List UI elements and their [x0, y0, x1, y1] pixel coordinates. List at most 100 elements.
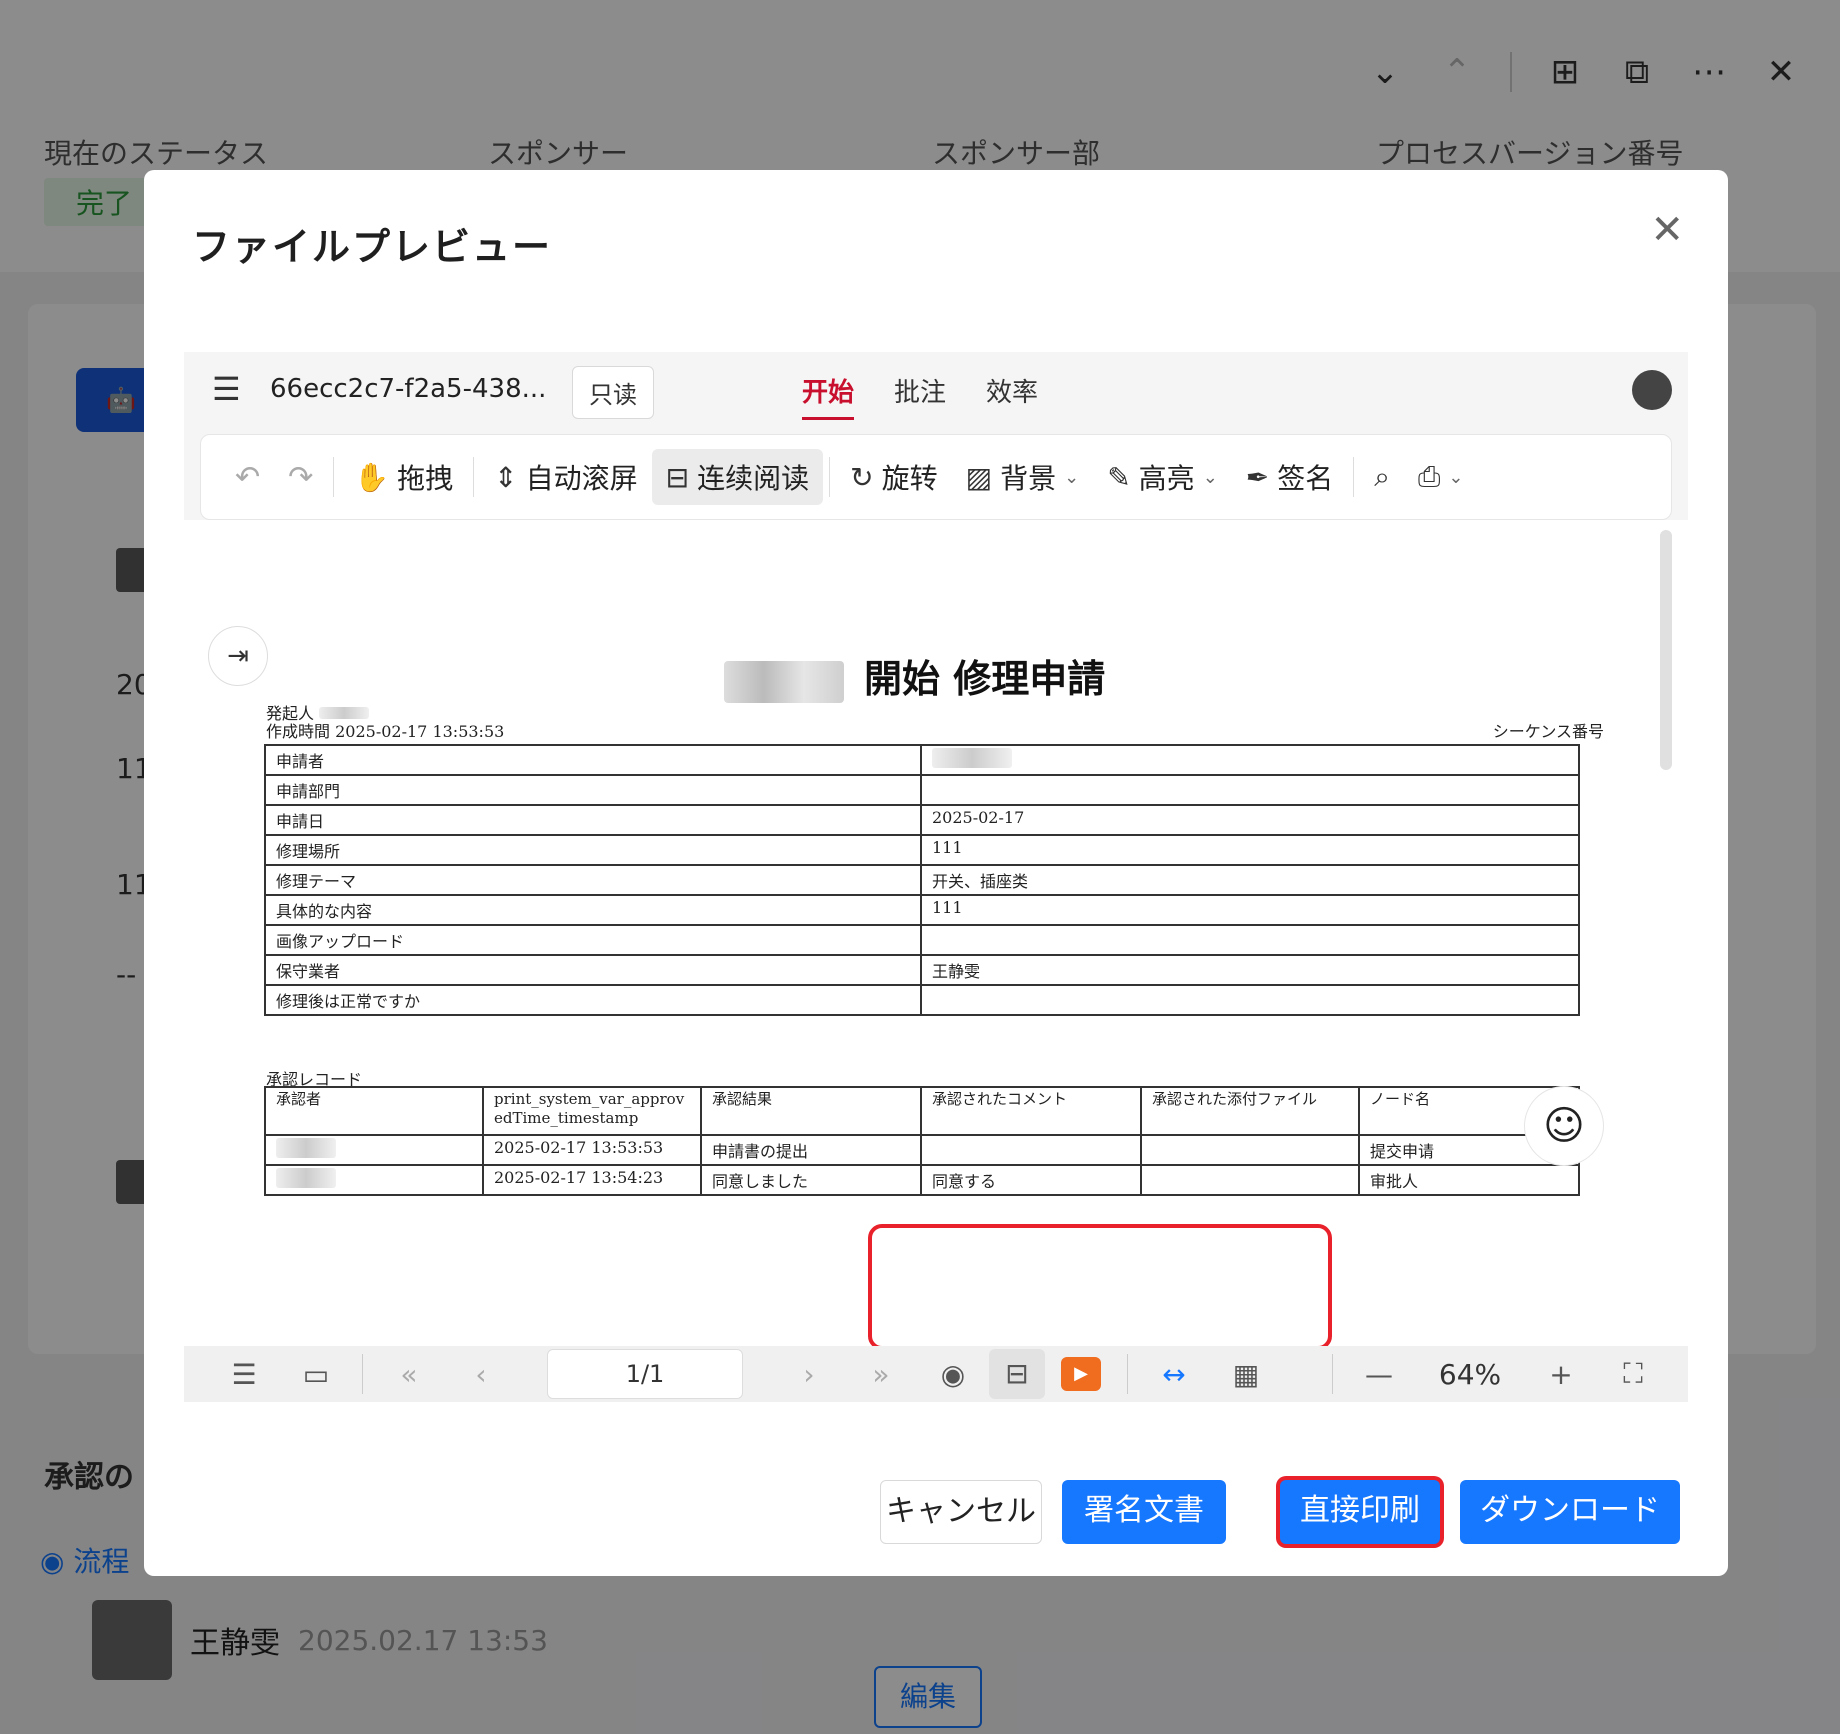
highlight-button[interactable]: ✎ 高亮 ⌄	[1093, 449, 1232, 505]
table-row: 保守業者 王静雯	[264, 954, 1580, 986]
eye-icon[interactable]: ◉	[917, 1358, 989, 1391]
table-cell: 开关、插座类	[920, 864, 1580, 896]
signature-label: 签名	[1277, 462, 1334, 495]
continuous-read-icon: ⊟	[665, 460, 690, 494]
cancel-button[interactable]: キャンセル	[880, 1480, 1042, 1544]
table-cell	[1140, 1134, 1360, 1166]
auto-scroll-icon: ⇕	[494, 460, 518, 494]
chevron-down-icon: ⌄	[1064, 466, 1080, 488]
table-row: 修理場所 111	[264, 834, 1580, 866]
background-button[interactable]: ▨ 背景 ⌄	[952, 449, 1094, 505]
created-time-line: 作成時間 2025-02-17 13:53:53	[266, 718, 504, 742]
table-cell	[1140, 1164, 1360, 1196]
table-cell	[920, 924, 1580, 956]
search-icon: ⌕	[1374, 460, 1390, 493]
table-row: 具体的な内容 111	[264, 894, 1580, 926]
print-menu-button[interactable]: ⎙ ⌄	[1404, 452, 1478, 502]
approval-table: 承認者 print_system_var_approvedTime_timest…	[264, 1086, 1580, 1196]
table-cell: 王静雯	[920, 954, 1580, 986]
form-table: 申請者 申請部門 申請日 2025-02-17 修理場所 111 修理テーマ 开关、插…	[264, 744, 1580, 1016]
table-cell: 111	[920, 894, 1580, 926]
rotate-icon: ↻	[850, 460, 874, 494]
redacted-block	[724, 660, 844, 703]
table-cell: 具体的な内容	[264, 894, 922, 926]
next-page-icon[interactable]: ›	[773, 1358, 845, 1391]
outline-icon[interactable]: ☰	[208, 1358, 280, 1391]
table-cell: 保守業者	[264, 954, 922, 986]
drag-tool-button[interactable]: ✋ 拖拽	[340, 449, 467, 505]
viewer-bottom-bar: ☰ ▭ « ‹ 1/1 › » ◉ ⊟ ▶ ↔ ▦ — 64% + ⛶	[184, 1346, 1688, 1402]
table-row: 申請日 2025-02-17	[264, 804, 1580, 836]
tab-annotate[interactable]: 批注	[894, 372, 946, 420]
table-header-row: 承認者 print_system_var_approvedTime_timest…	[264, 1086, 1580, 1136]
user-avatar[interactable]	[1632, 370, 1672, 410]
continuous-read-icon[interactable]: ⊟	[989, 1349, 1045, 1399]
created-label: 作成時間	[266, 722, 331, 741]
table-cell: 111	[920, 834, 1580, 866]
tab-efficiency[interactable]: 效率	[986, 372, 1038, 420]
redacted-block	[276, 1138, 336, 1158]
assistant-bot-icon[interactable]: ☺	[1524, 1086, 1604, 1166]
table-cell: 申請者	[264, 744, 922, 776]
table-row: 修理テーマ 开关、插座类	[264, 864, 1580, 896]
chevron-down-icon: ⌄	[1448, 466, 1464, 488]
sign-document-button[interactable]: 署名文書	[1062, 1480, 1226, 1544]
table-cell	[920, 774, 1580, 806]
sidebar-toggle-icon[interactable]: ⇥	[208, 626, 268, 686]
table-cell: 画像アップロード	[264, 924, 922, 956]
viewer-tabs: 开始 批注 效率	[802, 372, 1038, 420]
highlight-annotation-box	[868, 1224, 1332, 1350]
table-cell: 2025-02-17	[920, 804, 1580, 836]
divider	[829, 457, 831, 497]
table-cell: 2025-02-17 13:53:53	[482, 1134, 702, 1166]
direct-print-button[interactable]: 直接印刷	[1280, 1480, 1440, 1544]
thumbnail-icon[interactable]: ▭	[280, 1358, 352, 1391]
file-preview-modal: ファイルプレビュー ✕ ☰ 66ecc2c7-f2a5-438... 只读 开始…	[144, 170, 1728, 1576]
continuous-read-label: 连续阅读	[697, 462, 810, 495]
zoom-level: 64%	[1438, 1357, 1502, 1391]
modal-title: ファイルプレビュー	[192, 225, 553, 269]
rotate-button[interactable]: ↻ 旋转	[836, 449, 951, 505]
highlighter-icon: ✎	[1107, 460, 1131, 494]
table-row: 申請者	[264, 744, 1580, 776]
prev-page-icon[interactable]: ‹	[445, 1358, 517, 1391]
continuous-read-button[interactable]: ⊟ 连续阅读	[651, 449, 824, 505]
created-value: 2025-02-17 13:53:53	[335, 722, 505, 741]
table-header-cell: 承認結果	[700, 1086, 922, 1136]
divider	[1127, 1354, 1128, 1394]
printer-icon: ⎙	[1417, 460, 1441, 493]
table-cell: 申請部門	[264, 774, 922, 806]
divider	[473, 457, 475, 497]
menu-icon[interactable]: ☰	[212, 370, 241, 408]
page-indicator[interactable]: 1/1	[547, 1349, 743, 1399]
document-title-text: 開始 修理申請	[864, 657, 1106, 701]
download-button[interactable]: ダウンロード	[1460, 1480, 1680, 1544]
undo-icon[interactable]: ↶	[221, 460, 274, 495]
zoom-in-icon[interactable]: +	[1525, 1358, 1597, 1391]
first-page-icon[interactable]: «	[373, 1358, 445, 1391]
close-icon[interactable]: ✕	[1650, 210, 1684, 250]
hand-icon: ✋	[354, 460, 390, 494]
fit-page-icon[interactable]: ▦	[1210, 1358, 1282, 1391]
play-icon[interactable]: ▶	[1061, 1357, 1101, 1391]
fullscreen-icon[interactable]: ⛶	[1597, 1357, 1669, 1391]
search-button[interactable]: ⌕	[1360, 452, 1404, 502]
divider	[1353, 457, 1355, 497]
table-header-cell: 承認された添付ファイル	[1140, 1086, 1360, 1136]
fit-width-icon[interactable]: ↔	[1138, 1358, 1210, 1391]
redo-icon[interactable]: ↷	[274, 460, 327, 495]
background-label: 背景	[1000, 462, 1057, 495]
background-icon: ▨	[965, 460, 993, 494]
tab-start[interactable]: 开始	[802, 372, 855, 420]
highlight-label: 高亮	[1138, 462, 1195, 495]
table-row: 2025-02-17 13:54:23 同意しました 同意する 审批人	[264, 1164, 1580, 1196]
scrollbar[interactable]	[1660, 530, 1672, 770]
signature-button[interactable]: ✒ 签名	[1232, 449, 1347, 505]
zoom-out-icon[interactable]: —	[1343, 1358, 1415, 1391]
table-cell: 审批人	[1358, 1164, 1580, 1196]
document-viewer: ☰ 66ecc2c7-f2a5-438... 只读 开始 批注 效率 ↶ ↷ ✋…	[184, 352, 1688, 1402]
divider	[362, 1354, 363, 1394]
last-page-icon[interactable]: »	[845, 1358, 917, 1391]
table-cell: 申請書の提出	[700, 1134, 922, 1166]
auto-scroll-button[interactable]: ⇕ 自动滚屏	[480, 449, 651, 505]
